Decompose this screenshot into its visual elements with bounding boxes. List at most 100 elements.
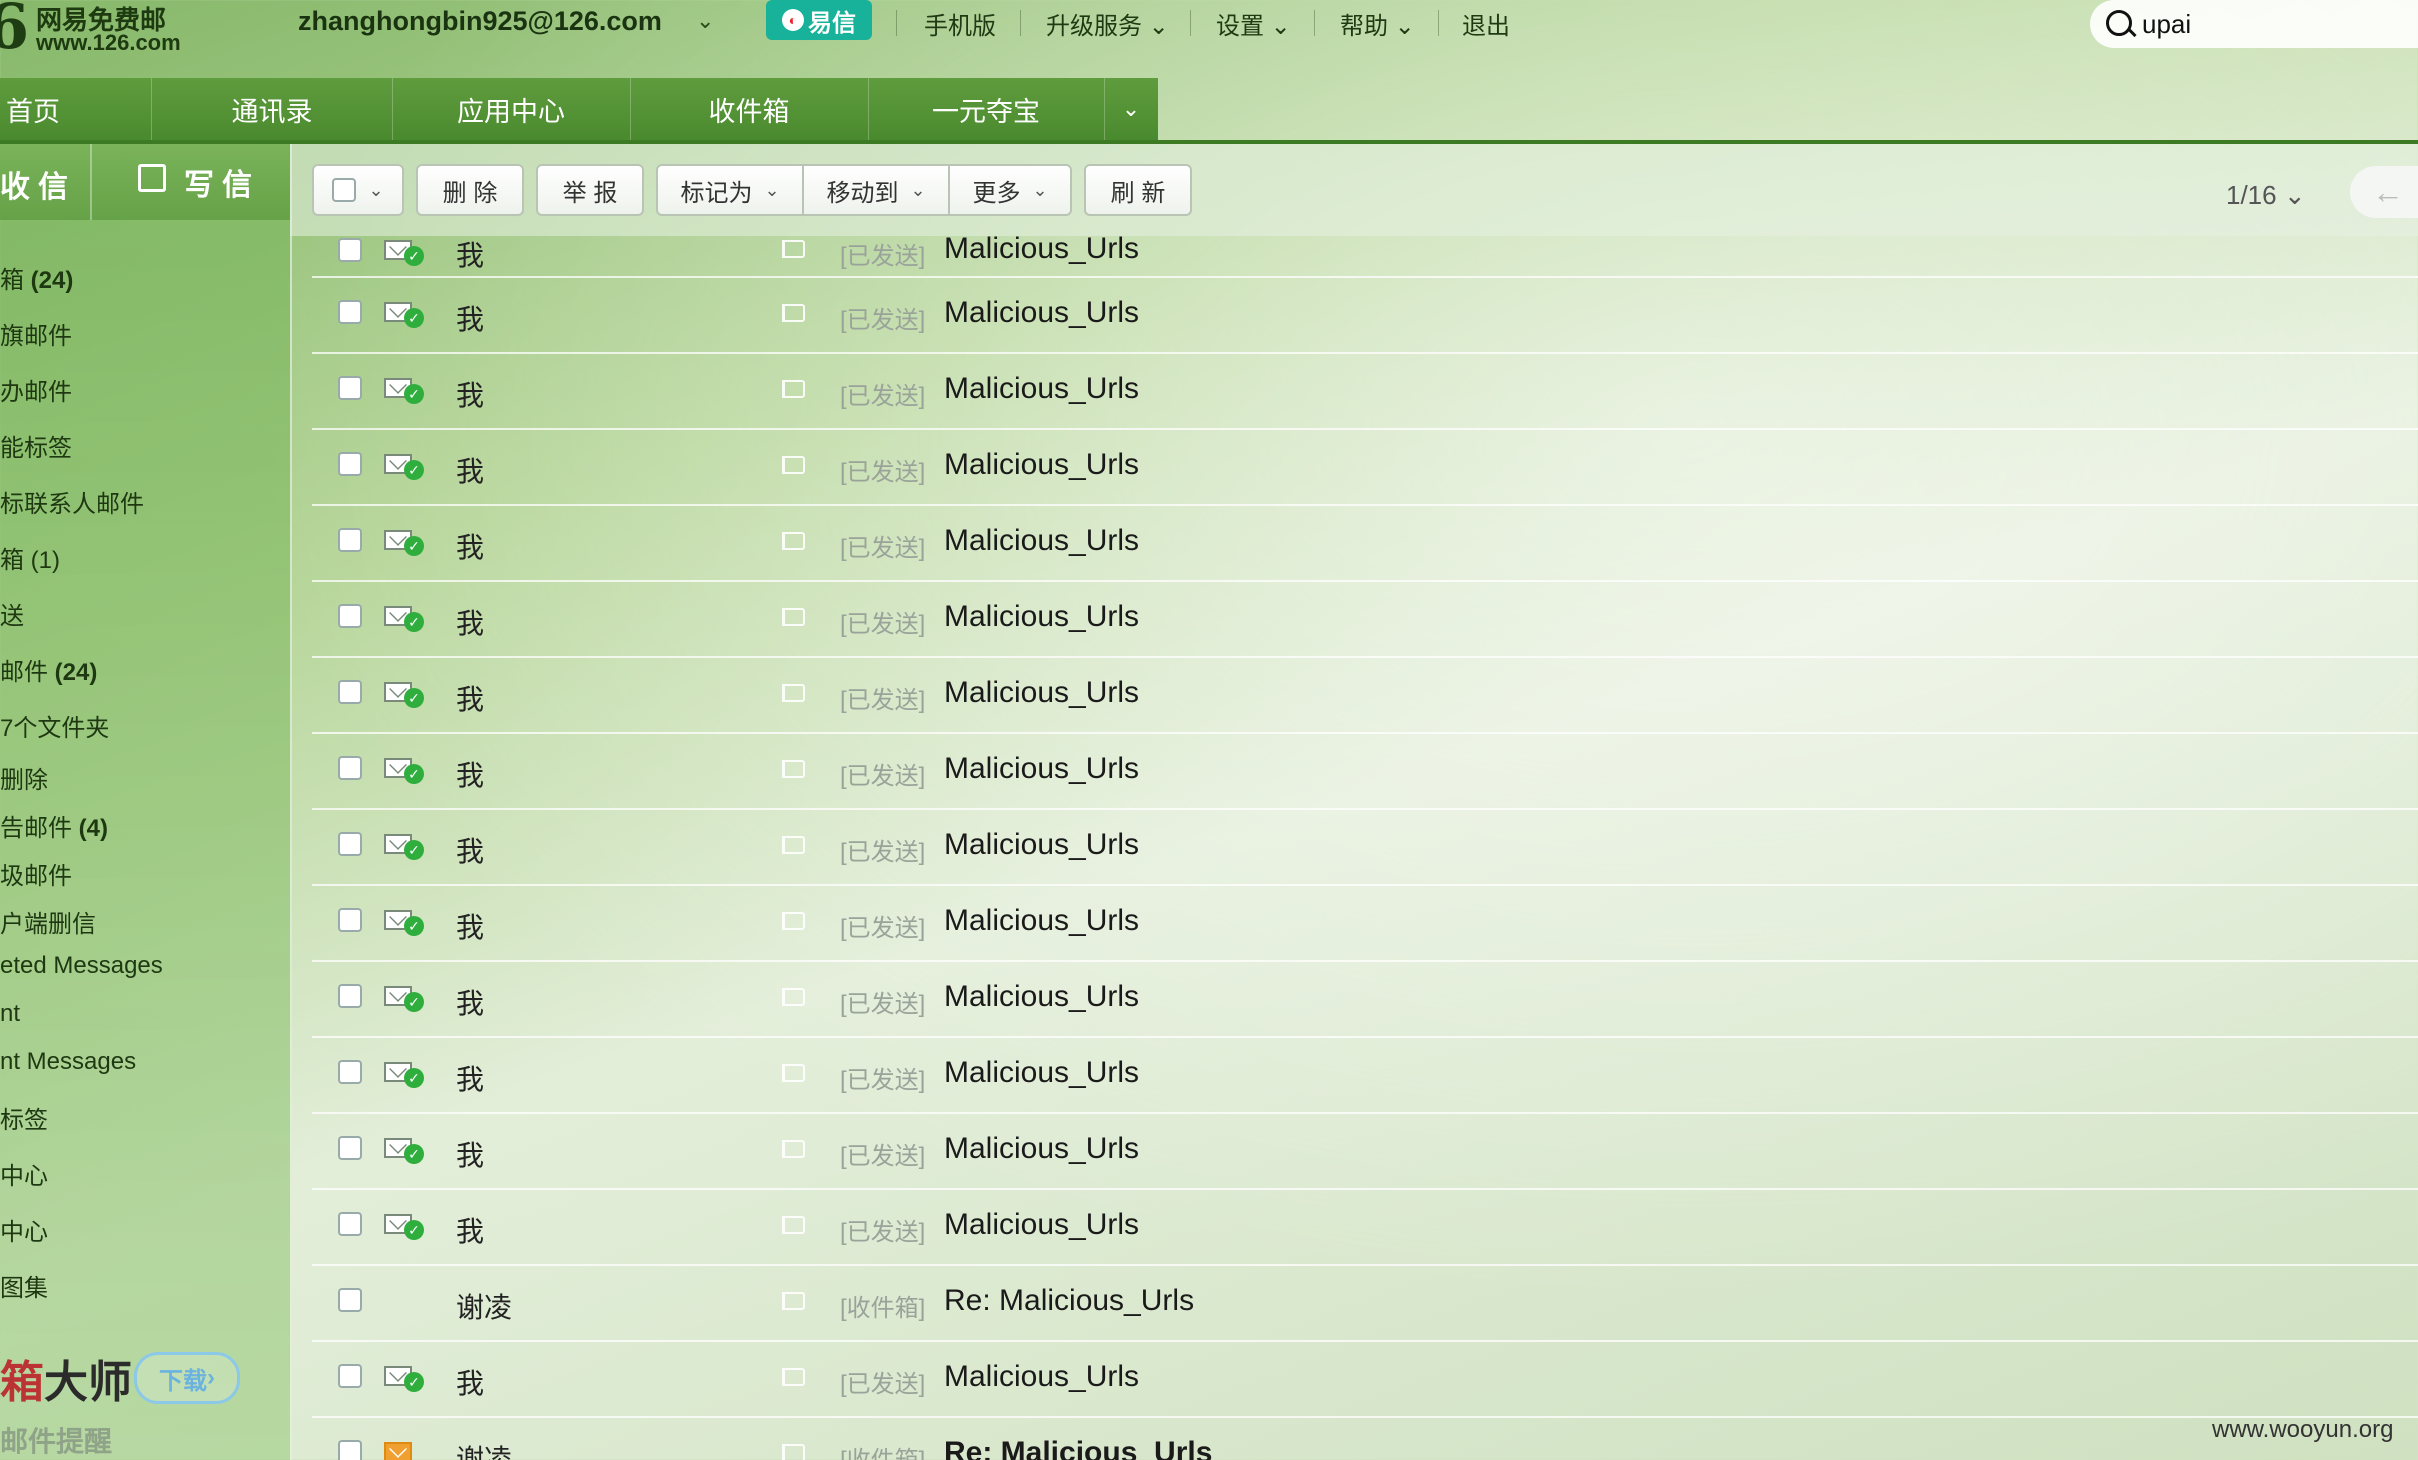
account-name[interactable]: zhanghongbin925@126.com bbox=[298, 6, 662, 37]
sidebar-folder-item[interactable]: nt bbox=[0, 1000, 20, 1028]
pager[interactable]: 1/16 ⌄ bbox=[2226, 180, 2306, 211]
row-checkbox[interactable] bbox=[338, 1288, 362, 1312]
row-checkbox[interactable] bbox=[338, 528, 362, 552]
flag-icon[interactable] bbox=[782, 1444, 805, 1460]
subject[interactable]: Malicious_Urls bbox=[944, 372, 1139, 406]
flag-icon[interactable] bbox=[782, 304, 805, 322]
sidebar-folder-item[interactable]: 箱 (24) bbox=[0, 260, 73, 295]
chevron-down-icon[interactable]: ⌄ bbox=[1104, 78, 1158, 140]
select-all-checkbox[interactable] bbox=[332, 178, 357, 202]
sidebar-folder-item[interactable]: 告邮件 (4) bbox=[0, 808, 108, 843]
sidebar-folder-item[interactable]: 邮件 (24) bbox=[0, 652, 97, 687]
sidebar-folder-item[interactable]: 办邮件 bbox=[0, 372, 72, 407]
row-checkbox[interactable] bbox=[338, 300, 362, 324]
row-checkbox[interactable] bbox=[338, 1060, 362, 1084]
row-checkbox[interactable] bbox=[338, 376, 362, 400]
subject[interactable]: Malicious_Urls bbox=[944, 980, 1139, 1014]
mail-row[interactable]: 谢凌 [收件箱] Re: Malicious_Urls bbox=[312, 1418, 2418, 1460]
compose-button[interactable]: 写信 bbox=[184, 160, 260, 204]
settings-link[interactable]: 设置 ⌄ bbox=[1216, 6, 1291, 41]
yixin-button[interactable]: ◐ 易信 bbox=[766, 0, 872, 40]
logo[interactable]: 6 网易免费邮 www.126.com bbox=[0, 0, 200, 63]
sidebar-folder-item[interactable]: nt Messages bbox=[0, 1048, 136, 1076]
mail-master-brand[interactable]: 箱大师 bbox=[0, 1346, 132, 1410]
refresh-button[interactable]: 刷 新 bbox=[1084, 164, 1192, 216]
mail-row[interactable]: ✓ 我 [已发送] Malicious_Urls bbox=[312, 1114, 2418, 1190]
subject[interactable]: Malicious_Urls bbox=[944, 1208, 1139, 1242]
mail-row[interactable]: ✓ 我 [已发送] Malicious_Urls bbox=[312, 886, 2418, 962]
flag-icon[interactable] bbox=[782, 988, 805, 1006]
search-box[interactable] bbox=[2090, 0, 2418, 48]
row-checkbox[interactable] bbox=[338, 1136, 362, 1160]
subject[interactable]: Malicious_Urls bbox=[944, 752, 1139, 786]
sidebar-folder-item[interactable]: 删除 bbox=[0, 760, 48, 795]
tab-home[interactable]: 首页 bbox=[0, 78, 152, 140]
move-to-dropdown[interactable]: 移动到 ⌄ bbox=[802, 164, 950, 216]
sidebar-folder-item[interactable]: eted Messages bbox=[0, 952, 163, 980]
logout-link[interactable]: 退出 bbox=[1462, 6, 1510, 41]
subject[interactable]: Malicious_Urls bbox=[944, 448, 1139, 482]
subject[interactable]: Malicious_Urls bbox=[944, 828, 1139, 862]
flag-icon[interactable] bbox=[782, 1368, 805, 1386]
mark-as-dropdown[interactable]: 标记为 ⌄ bbox=[656, 164, 804, 216]
sidebar-folder-item[interactable]: 图集 bbox=[0, 1268, 48, 1303]
download-button[interactable]: 下载 › bbox=[134, 1352, 240, 1404]
flag-icon[interactable] bbox=[782, 1064, 805, 1082]
row-checkbox[interactable] bbox=[338, 1440, 362, 1460]
help-link[interactable]: 帮助 ⌄ bbox=[1340, 6, 1415, 41]
subject[interactable]: Malicious_Urls bbox=[944, 1056, 1139, 1090]
mobile-link[interactable]: 手机版 bbox=[924, 6, 996, 41]
back-arrow-icon[interactable]: ← bbox=[2350, 166, 2418, 218]
tab-contacts[interactable]: 通讯录 bbox=[152, 78, 393, 140]
subject[interactable]: Malicious_Urls bbox=[944, 1360, 1139, 1394]
sidebar-folder-item[interactable]: 7个文件夹 bbox=[0, 708, 109, 743]
mail-row[interactable]: ✓ 我 [已发送] Malicious_Urls bbox=[312, 734, 2418, 810]
chevron-down-icon[interactable]: ⌄ bbox=[696, 8, 714, 34]
subject[interactable]: Re: Malicious_Urls bbox=[944, 1436, 1212, 1460]
sidebar-folder-item[interactable]: 箱 (1) bbox=[0, 540, 60, 575]
row-checkbox[interactable] bbox=[338, 756, 362, 780]
row-checkbox[interactable] bbox=[338, 1364, 362, 1388]
flag-icon[interactable] bbox=[782, 836, 805, 854]
upgrade-link[interactable]: 升级服务 ⌄ bbox=[1046, 6, 1169, 41]
row-checkbox[interactable] bbox=[338, 604, 362, 628]
flag-icon[interactable] bbox=[782, 532, 805, 550]
mail-row[interactable]: ✓ 我 [已发送] Malicious_Urls bbox=[312, 278, 2418, 354]
sidebar-folder-item[interactable]: 能标签 bbox=[0, 428, 72, 463]
flag-icon[interactable] bbox=[782, 912, 805, 930]
more-dropdown[interactable]: 更多 ⌄ bbox=[948, 164, 1072, 216]
tab-app-center[interactable]: 应用中心 bbox=[392, 78, 631, 140]
flag-icon[interactable] bbox=[782, 608, 805, 626]
receive-button[interactable]: 收信 bbox=[0, 162, 76, 206]
sidebar-folder-item[interactable]: 中心 bbox=[0, 1156, 48, 1191]
subject[interactable]: Malicious_Urls bbox=[944, 296, 1139, 330]
subject[interactable]: Malicious_Urls bbox=[944, 676, 1139, 710]
mail-row[interactable]: ✓ 我 [已发送] Malicious_Urls bbox=[312, 1342, 2418, 1418]
mail-row[interactable]: ✓ 我 [已发送] Malicious_Urls bbox=[312, 962, 2418, 1038]
delete-button[interactable]: 删 除 bbox=[416, 164, 524, 216]
flag-icon[interactable] bbox=[782, 1140, 805, 1158]
mail-row[interactable]: ✓ 我 [已发送] Malicious_Urls bbox=[312, 354, 2418, 430]
row-checkbox[interactable] bbox=[338, 984, 362, 1008]
row-checkbox[interactable] bbox=[338, 832, 362, 856]
chevron-down-icon[interactable]: ⌄ bbox=[368, 180, 383, 201]
subject[interactable]: Re: Malicious_Urls bbox=[944, 1284, 1194, 1318]
sidebar-folder-item[interactable]: 标联系人邮件 bbox=[0, 484, 144, 519]
row-checkbox[interactable] bbox=[338, 238, 362, 262]
row-checkbox[interactable] bbox=[338, 908, 362, 932]
sidebar-folder-item[interactable]: 圾邮件 bbox=[0, 856, 72, 891]
search-input[interactable] bbox=[2140, 6, 2404, 42]
flag-icon[interactable] bbox=[782, 456, 805, 474]
row-checkbox[interactable] bbox=[338, 1212, 362, 1236]
mail-row[interactable]: ✓ 我 [已发送] Malicious_Urls bbox=[312, 658, 2418, 734]
row-checkbox[interactable] bbox=[338, 680, 362, 704]
report-button[interactable]: 举 报 bbox=[536, 164, 644, 216]
mail-row[interactable]: ✓ 我 [已发送] Malicious_Urls bbox=[312, 232, 2418, 278]
mail-row[interactable]: 谢凌 [收件箱] Re: Malicious_Urls bbox=[312, 1266, 2418, 1342]
flag-icon[interactable] bbox=[782, 760, 805, 778]
row-checkbox[interactable] bbox=[338, 452, 362, 476]
sidebar-folder-item[interactable]: 户端删信 bbox=[0, 904, 96, 939]
subject[interactable]: Malicious_Urls bbox=[944, 1132, 1139, 1166]
mail-row[interactable]: ✓ 我 [已发送] Malicious_Urls bbox=[312, 810, 2418, 886]
tab-one-yuan[interactable]: 一元夺宝 bbox=[868, 78, 1105, 140]
